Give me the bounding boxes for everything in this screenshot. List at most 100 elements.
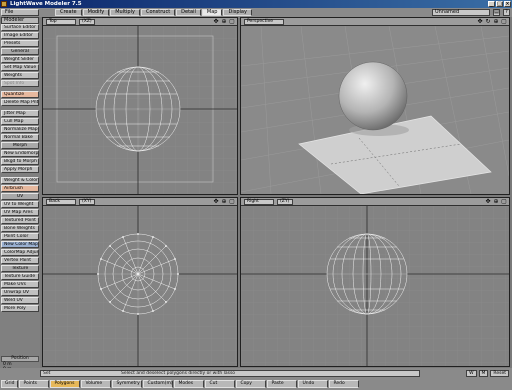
layers-icon[interactable]: ▤	[493, 9, 500, 16]
sidebar-button-surface-editor[interactable]: Surface Editor	[1, 24, 39, 31]
viewport-mode-select[interactable]: (XZ)	[79, 19, 95, 25]
viewport-canvas[interactable]	[241, 206, 509, 366]
mode-button-polygons[interactable]: Polygons	[50, 380, 81, 388]
reset-button[interactable]: Reset	[490, 370, 509, 377]
sidebar-button-uv-to-weight[interactable]: UV to Weight	[1, 201, 39, 208]
mode-button-modes[interactable]: Modes	[174, 380, 205, 388]
sidebar-button-delete-map-pnts[interactable]: Delete Map Pnts	[1, 99, 39, 106]
mode-button-volume[interactable]: Volume	[81, 380, 112, 388]
sidebar-button-normal-bake[interactable]: Normal Bake	[1, 134, 39, 141]
tab-detail[interactable]: Detail	[176, 9, 201, 16]
zoom-icon[interactable]: ⊕	[221, 19, 227, 25]
viewport-canvas[interactable]	[241, 26, 509, 194]
zoom-icon[interactable]: ⊕	[221, 199, 227, 205]
mode-button-custom-m[interactable]: Custom(m)	[143, 380, 174, 388]
sidebar-button-new-color-map[interactable]: New Color Map	[1, 241, 39, 248]
tab-multiply[interactable]: Multiply	[110, 9, 140, 16]
sidebar-button-weld-uv[interactable]: Weld UV	[1, 297, 39, 304]
mode-button-undo[interactable]: Undo	[298, 380, 329, 388]
sidebar-button-jitter-map[interactable]: Jitter Map	[1, 110, 39, 117]
sidebar-button-weights[interactable]: Weights	[1, 72, 39, 79]
move-view-icon[interactable]: ✥	[485, 199, 491, 205]
shaded-sphere	[338, 61, 408, 131]
close-button[interactable]: ×	[504, 1, 511, 7]
sidebar-button-image-editor[interactable]: Image Editor	[1, 32, 39, 39]
sidebar-button-textured-point[interactable]: Textured Point	[1, 217, 39, 224]
window-title: LightWave Modeler 7.5	[10, 1, 82, 7]
w-button[interactable]: W	[466, 370, 477, 377]
window-controls: _ □ ×	[488, 1, 511, 7]
m-button[interactable]: M	[478, 370, 489, 377]
tab-modify[interactable]: Modify	[82, 9, 110, 16]
sidebar-button-more-poly[interactable]: More Poly	[1, 305, 39, 312]
mode-button-paste[interactable]: Paste	[267, 380, 298, 388]
minimize-button[interactable]: _	[488, 1, 495, 7]
sidebar-button-normalize-map[interactable]: Normalize Map	[1, 126, 39, 133]
sidebar-button-make-uvs[interactable]: Make UVs	[1, 281, 39, 288]
tab-create[interactable]: Create	[55, 9, 82, 16]
viewport-back[interactable]: Back (XY) ✥ ⊕ ▢	[42, 197, 238, 367]
maximize-button[interactable]: □	[496, 1, 503, 7]
sidebar-button-cull-map[interactable]: Cull Map	[1, 118, 39, 125]
tab-map[interactable]: Map	[201, 9, 223, 16]
zoom-icon[interactable]: ⊕	[493, 19, 499, 25]
sidebar-button-bkgd-to-morph[interactable]: Bkgd to Morph	[1, 158, 39, 165]
viewport-header: Top (XZ) ✥ ⊕ ▢	[43, 18, 237, 26]
sidebar-button-spot-info[interactable]: Spot Info	[1, 80, 39, 87]
app-icon	[1, 1, 7, 7]
object-controls: Unnamed ▤ ?	[432, 9, 510, 16]
sidebar-button-uv-map-ares[interactable]: UV Map Ares	[1, 209, 39, 216]
tab-display[interactable]: Display	[223, 9, 252, 16]
viewport-right[interactable]: Right (ZY) ✥ ⊕ ▢	[240, 197, 510, 367]
sidebar-button-apply-morph[interactable]: Apply Morph	[1, 166, 39, 173]
sidebar-button-colormap-adjust[interactable]: ColorMap Adjust	[1, 249, 39, 256]
viewport-view-select[interactable]: Right	[244, 199, 274, 205]
viewport-header: Right (ZY) ✥ ⊕ ▢	[241, 198, 509, 206]
tool-sidebar: Surface Editor Image Editor Presets General…	[0, 24, 40, 364]
viewport-mode-select[interactable]: (ZY)	[277, 199, 293, 205]
viewport-view-select[interactable]: Perspective	[244, 19, 284, 25]
mode-button-cut[interactable]: Cut	[205, 380, 236, 388]
move-view-icon[interactable]: ✥	[477, 19, 483, 25]
sidebar-button-texture-guide[interactable]: Texture Guide	[1, 273, 39, 280]
maximize-view-icon[interactable]: ▢	[229, 19, 235, 25]
rotate-view-icon[interactable]: ↻	[485, 19, 491, 25]
viewport-view-select[interactable]: Top	[46, 19, 76, 25]
sidebar-button-vertex-paint[interactable]: Vertex Paint	[1, 257, 39, 264]
mode-button-grid[interactable]: Grid	[1, 380, 19, 388]
sidebar-button-point-color[interactable]: Point Color	[1, 233, 39, 240]
tab-construct[interactable]: Construct	[140, 9, 176, 16]
sidebar-button-presets[interactable]: Presets	[1, 40, 39, 47]
sidebar-button-new-endomorph[interactable]: New Endomorph	[1, 150, 39, 157]
sidebar-header-uv: UV	[1, 193, 39, 200]
sidebar-button-weight-color[interactable]: Weight & Color	[1, 177, 39, 184]
sidebar-button-airbrush[interactable]: Airbrush	[1, 185, 39, 192]
move-view-icon[interactable]: ✥	[213, 19, 219, 25]
maximize-view-icon[interactable]: ▢	[229, 199, 235, 205]
mode-button-symmetry[interactable]: Symmetry	[112, 380, 143, 388]
maximize-view-icon[interactable]: ▢	[501, 19, 507, 25]
sidebar-button-set-map-value[interactable]: Set Map Value	[1, 64, 39, 71]
zoom-icon[interactable]: ⊕	[493, 199, 499, 205]
object-dropdown[interactable]: Unnamed	[432, 9, 490, 16]
move-view-icon[interactable]: ✥	[213, 199, 219, 205]
sidebar-button-weight-slider[interactable]: Weight Slider	[1, 56, 39, 63]
mode-button-redo[interactable]: Redo	[329, 380, 360, 388]
viewport-top[interactable]: Top (XZ) ✥ ⊕ ▢	[42, 17, 238, 195]
maximize-view-icon[interactable]: ▢	[501, 199, 507, 205]
sidebar-button-quantize[interactable]: Quantize	[1, 91, 39, 98]
viewport-canvas[interactable]	[43, 206, 237, 366]
modeler-menu-button[interactable]: Modeler	[1, 17, 39, 24]
sidebar-button-unwrap-uv[interactable]: Unwrap UV	[1, 289, 39, 296]
help-icon[interactable]: ?	[503, 9, 510, 16]
viewport-perspective[interactable]: Perspective ✥ ↻ ⊕ ▢	[240, 17, 510, 195]
mode-button-points[interactable]: Points	[19, 380, 50, 388]
set-label[interactable]: Set	[43, 371, 50, 376]
file-menu-button[interactable]: File	[1, 9, 39, 16]
sidebar-button-bone-weights[interactable]: Bone Weights	[1, 225, 39, 232]
viewport-mode-select[interactable]: (XY)	[79, 199, 95, 205]
mode-button-copy[interactable]: Copy	[236, 380, 267, 388]
viewport-header: Back (XY) ✥ ⊕ ▢	[43, 198, 237, 206]
viewport-view-select[interactable]: Back	[46, 199, 76, 205]
viewport-canvas[interactable]	[43, 26, 237, 194]
